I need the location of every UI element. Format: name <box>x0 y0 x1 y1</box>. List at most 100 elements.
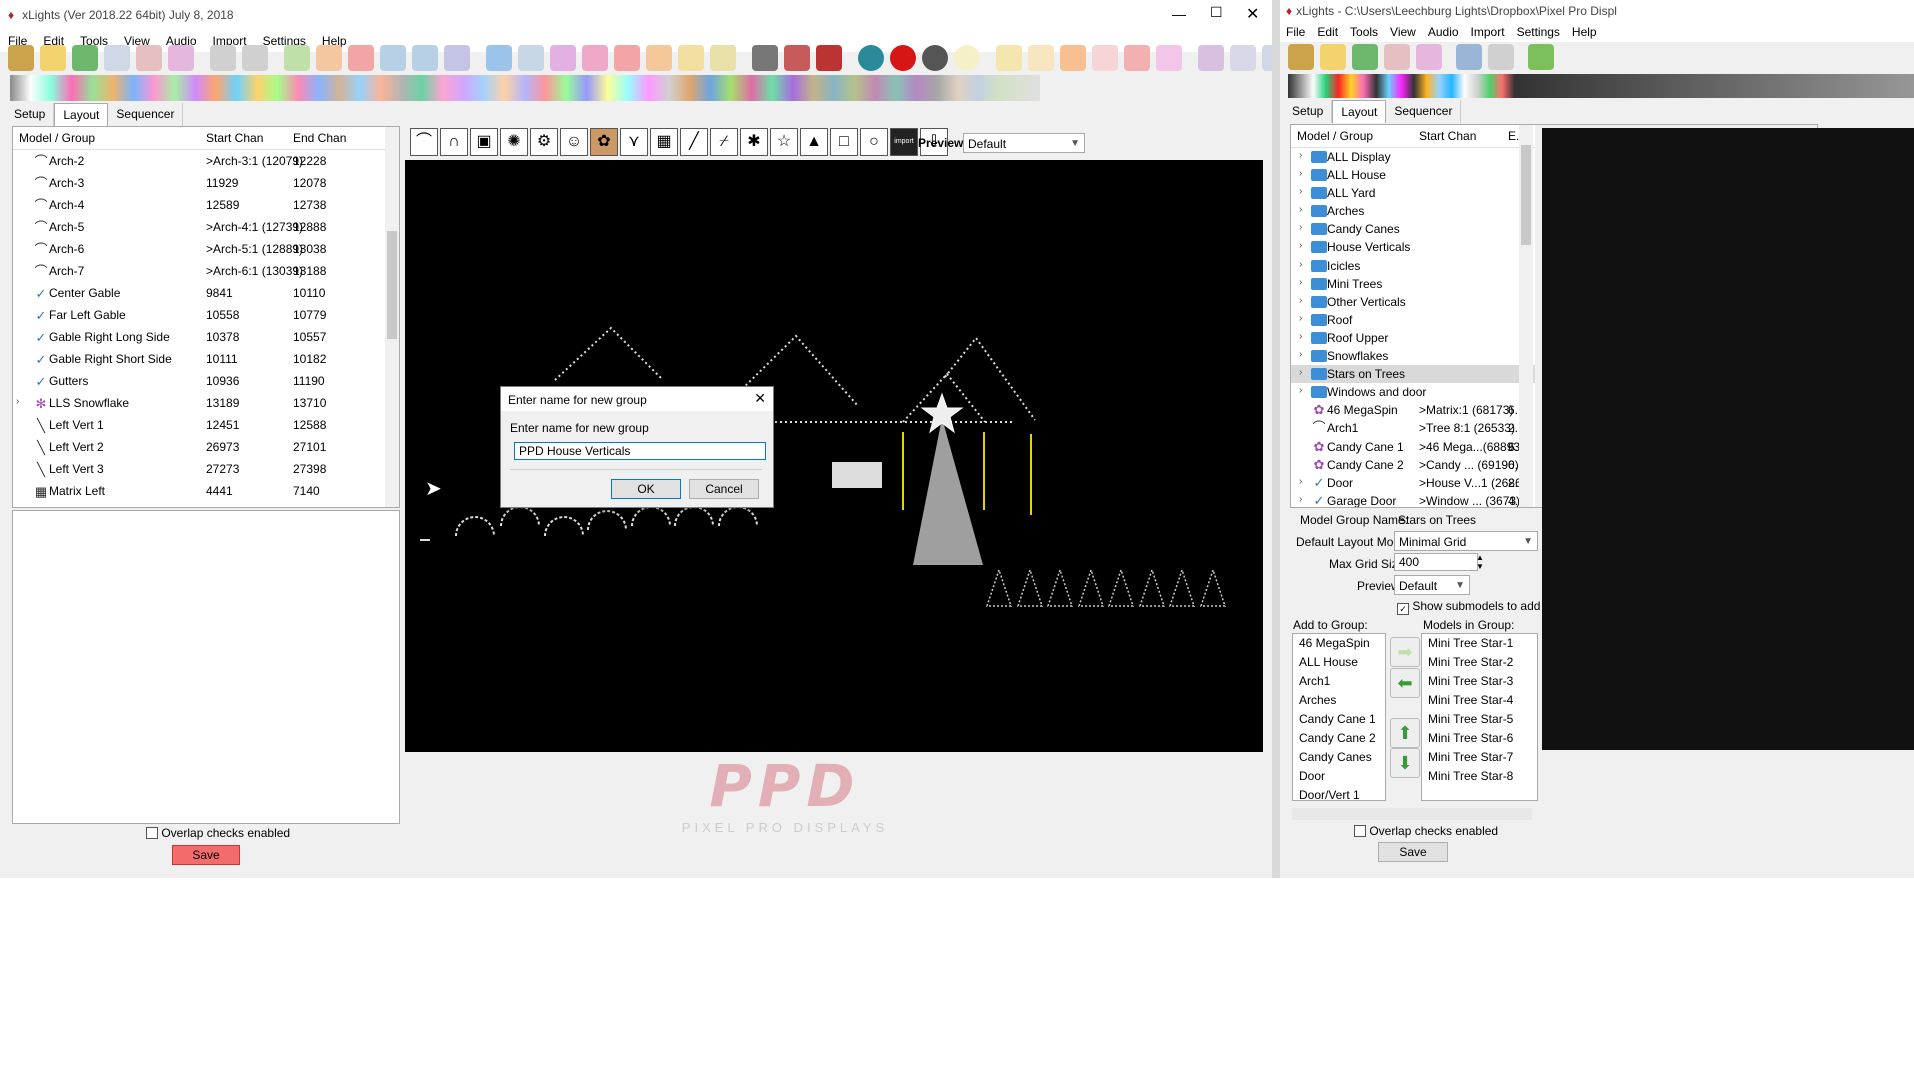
rewind-icon[interactable] <box>380 45 406 71</box>
second-preview-canvas[interactable] <box>1542 128 1914 750</box>
preview-select[interactable]: Default ▼ <box>963 133 1085 153</box>
model-row[interactable]: ▦Matrix Right >Matrix ...:1 (7141)9840 <box>13 502 399 507</box>
expand-chevron-icon[interactable]: › <box>1299 186 1302 197</box>
model-row[interactable]: ╲ Left Vert 1 12451 12588 <box>13 414 399 436</box>
paste-icon[interactable] <box>242 45 268 71</box>
add-to-group-item[interactable]: Candy Canes <box>1293 748 1385 767</box>
ac-fill-icon[interactable] <box>1198 45 1224 71</box>
open-folder-icon[interactable] <box>1288 44 1314 70</box>
expand-chevron-icon[interactable]: › <box>1299 385 1302 396</box>
bulb-on-icon[interactable] <box>954 45 980 71</box>
ac-icon[interactable] <box>996 45 1022 71</box>
cancel-button[interactable]: Cancel <box>689 479 759 499</box>
move-down-arrow-icon[interactable]: ⬇ <box>1390 748 1420 778</box>
models-in-group-item[interactable]: Mini Tree Star-4 <box>1422 691 1537 710</box>
col-start-chan[interactable]: Start Chan <box>1419 129 1476 143</box>
ac-twinkle-icon[interactable] <box>1156 45 1182 71</box>
help-icon[interactable] <box>858 45 884 71</box>
sun-icon[interactable] <box>710 45 736 71</box>
models-icon[interactable] <box>550 45 576 71</box>
overlap-checkbox[interactable]: Overlap checks enabled <box>146 826 290 840</box>
ac-select-icon[interactable] <box>1028 45 1054 71</box>
dialog-close-icon[interactable]: ✕ <box>754 390 766 407</box>
ac-on-icon[interactable] <box>1060 45 1086 71</box>
col-model-group[interactable]: Model / Group <box>1297 129 1373 143</box>
import-tool-icon[interactable]: import <box>890 128 918 156</box>
preview-select[interactable]: Default ▼ <box>1394 575 1470 595</box>
spinner-tool-icon[interactable]: ✱ <box>740 128 768 156</box>
model-row[interactable]: ✓ Gable Right Short Side 10111 10182 <box>13 348 399 370</box>
model-row[interactable]: ⌒ Arch-2 >Arch-3:1 (12079) 12228 <box>13 150 399 172</box>
model-row[interactable]: ⌒ Arch-6 >Arch-5:1 (12889) 13038 <box>13 238 399 260</box>
model-row[interactable]: ▦ Matrix Left 4441 7140 <box>13 480 399 502</box>
models-in-group-item[interactable]: Mini Tree Star-2 <box>1422 653 1537 672</box>
candy-cane-tool-icon[interactable]: ∩ <box>440 128 468 156</box>
layout-mode-select[interactable]: Minimal Grid ▼ <box>1394 531 1538 551</box>
expand-chevron-icon[interactable]: › <box>1299 277 1302 288</box>
save-button[interactable]: Save <box>172 845 240 865</box>
tab-setup[interactable]: Setup <box>1284 100 1333 123</box>
open-folder-icon[interactable] <box>8 45 34 71</box>
download-icon[interactable] <box>104 45 130 71</box>
model-row[interactable]: ⌒ Arch-7 >Arch-6:1 (13039) 13188 <box>13 260 399 282</box>
close-button[interactable]: ✕ <box>1246 4 1259 24</box>
tab-layout[interactable]: Layout <box>1332 100 1387 123</box>
expand-chevron-icon[interactable]: › <box>1299 240 1302 251</box>
col-model-group[interactable]: Model / Group <box>19 131 95 145</box>
expand-chevron-icon[interactable]: › <box>1299 222 1302 233</box>
custom-tool-icon[interactable]: □ <box>830 128 858 156</box>
play-icon[interactable] <box>284 45 310 71</box>
expand-chevron-icon[interactable]: › <box>1299 295 1302 306</box>
model-row[interactable]: ✓ Far Left Gable 10558 10779 <box>13 304 399 326</box>
zoom-out-icon[interactable] <box>784 45 810 71</box>
tree-scrollbar[interactable] <box>1519 125 1533 507</box>
model-row[interactable]: ✓ Gable Right Long Side 10378 10557 <box>13 326 399 348</box>
new-sequence-icon[interactable] <box>1320 44 1346 70</box>
model-row[interactable]: ╲ Left Vert 3 27273 27398 <box>13 458 399 480</box>
lock-icon[interactable] <box>816 45 842 71</box>
group-name-input[interactable] <box>514 442 766 460</box>
star-tool-icon[interactable]: ☆ <box>770 128 798 156</box>
expand-chevron-icon[interactable]: › <box>16 396 19 407</box>
overlap-checkbox[interactable]: Overlap checks enabled <box>1354 824 1498 838</box>
expand-chevron-icon[interactable]: › <box>1299 150 1302 161</box>
single-line-tool-icon[interactable]: ╱ <box>680 128 708 156</box>
model-row[interactable]: › ✻ LLS Snowflake 13189 13710 <box>13 392 399 414</box>
menu-tools[interactable]: Tools <box>1344 25 1384 39</box>
checkbox-checked[interactable]: ✓ <box>1397 603 1409 615</box>
expand-chevron-icon[interactable]: › <box>1299 476 1302 487</box>
circle-tool-icon[interactable]: ✺ <box>500 128 528 156</box>
matrix-tool-icon[interactable]: ▦ <box>650 128 678 156</box>
upload-icon[interactable] <box>72 45 98 71</box>
col-end-chan[interactable]: End Chan <box>293 131 346 145</box>
checkbox-box[interactable] <box>146 827 158 839</box>
replay-icon[interactable] <box>444 45 470 71</box>
horizontal-scrollbar[interactable] <box>1292 808 1532 820</box>
add-to-group-item[interactable]: Arch1 <box>1293 672 1385 691</box>
add-to-group-item[interactable]: ALL House <box>1293 653 1385 672</box>
tree-tool-icon[interactable] <box>614 45 640 71</box>
add-to-group-item[interactable]: Candy Cane 1 <box>1293 710 1385 729</box>
layers-icon[interactable] <box>582 45 608 71</box>
checkbox-box[interactable] <box>1354 825 1366 837</box>
ac-off-icon[interactable] <box>1092 45 1118 71</box>
expand-chevron-icon[interactable]: › <box>1299 204 1302 215</box>
expand-chevron-icon[interactable]: › <box>1299 349 1302 360</box>
model-list-scrollbar[interactable] <box>385 127 399 507</box>
save-button[interactable]: Save <box>1378 842 1448 862</box>
copy-icon[interactable] <box>1456 44 1482 70</box>
poly-line-tool-icon[interactable]: ⌿ <box>710 128 738 156</box>
menu-help[interactable]: Help <box>1566 25 1603 39</box>
pin-icon[interactable] <box>678 45 704 71</box>
grid-icon[interactable] <box>518 45 544 71</box>
stop-icon[interactable] <box>348 45 374 71</box>
window-frame-tool-icon[interactable]: ▣ <box>470 128 498 156</box>
tab-sequencer[interactable]: Sequencer <box>108 103 184 126</box>
models-in-group-item[interactable]: Mini Tree Star-8 <box>1422 767 1537 786</box>
menu-file[interactable]: File <box>1280 25 1311 39</box>
menu-edit[interactable]: Edit <box>1311 25 1344 39</box>
expand-chevron-icon[interactable]: › <box>1299 168 1302 179</box>
settings-gear-icon[interactable] <box>486 45 512 71</box>
show-submodels-checkbox[interactable]: ✓ Show submodels to add <box>1397 599 1540 615</box>
model-row[interactable]: ✓ Gutters 10936 11190 <box>13 370 399 392</box>
